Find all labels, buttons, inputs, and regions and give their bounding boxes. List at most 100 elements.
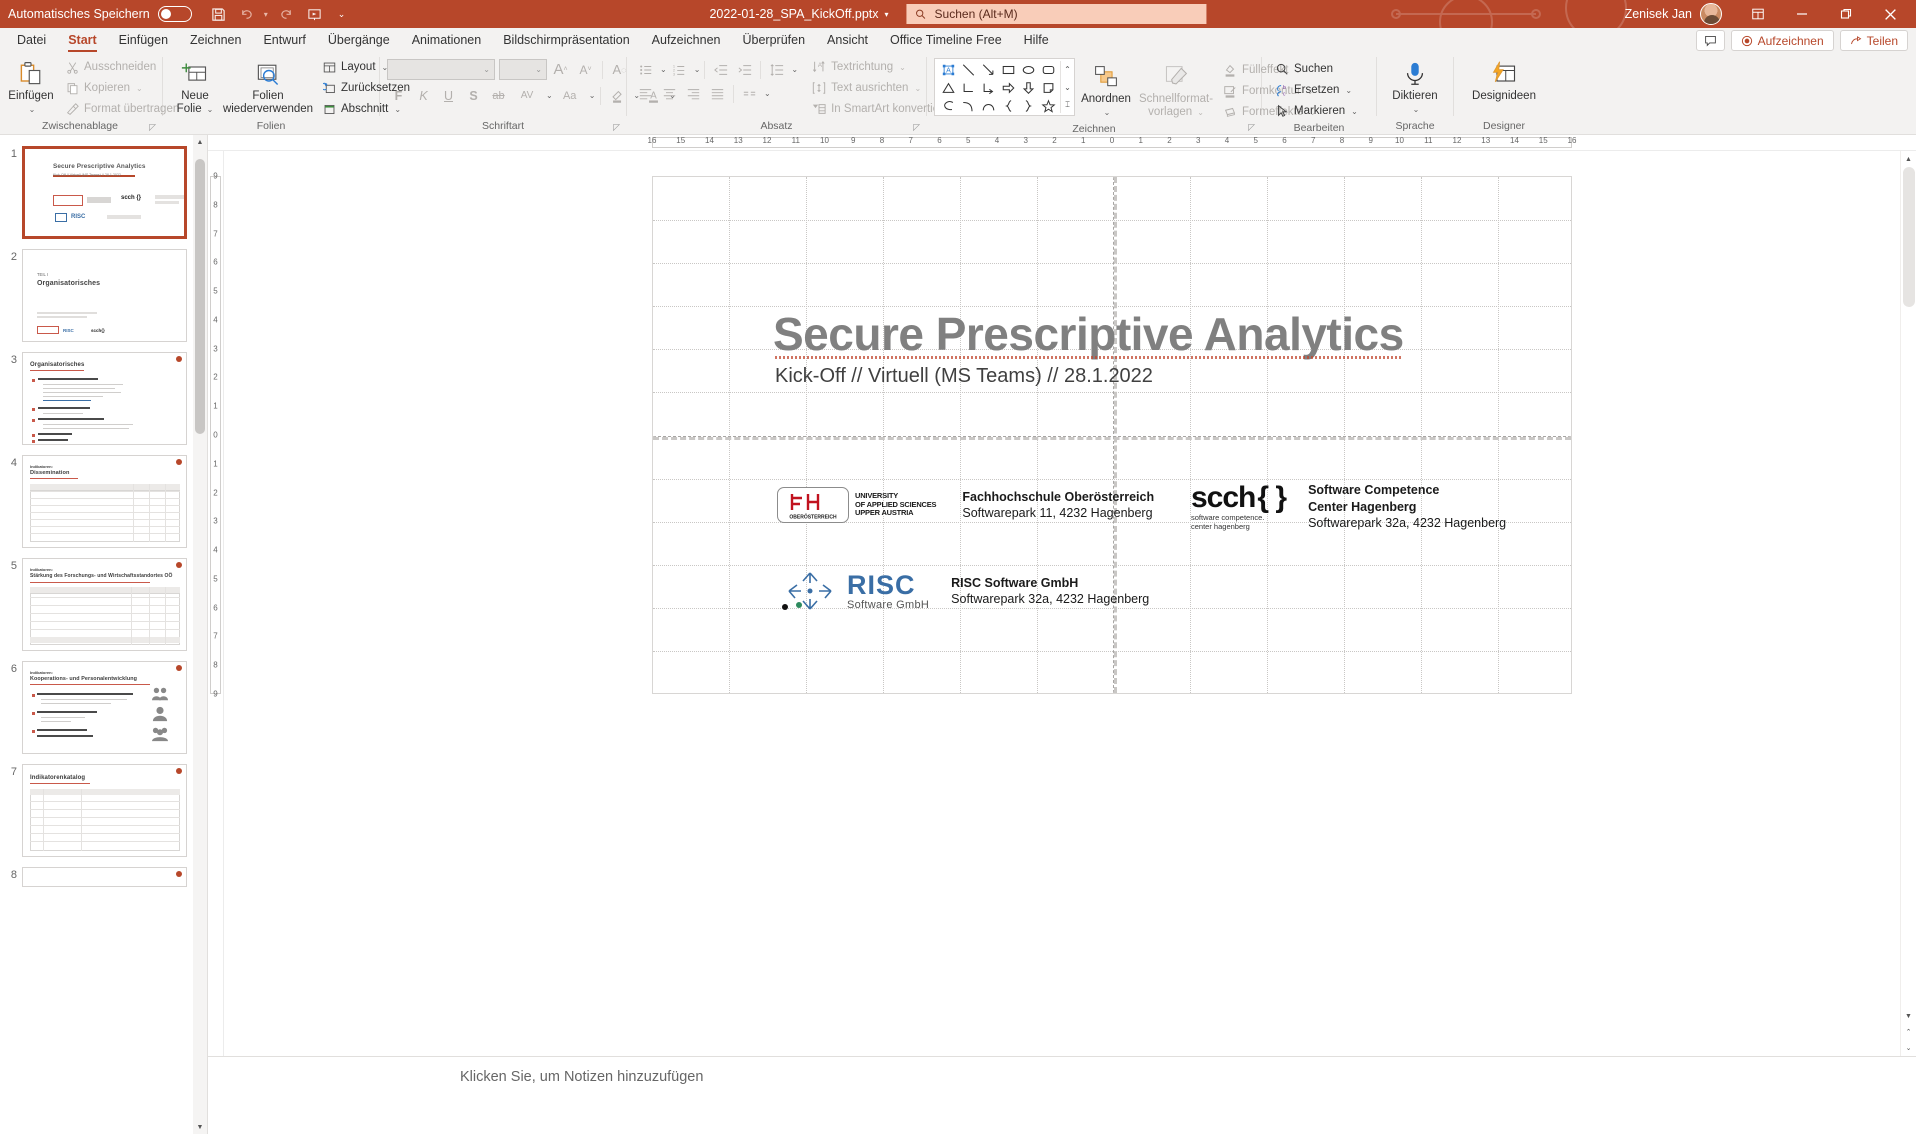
minimize-icon[interactable] — [1780, 0, 1824, 28]
thumbnail-item[interactable]: 1 Secure Prescriptive Analytics Kick-Off… — [0, 141, 207, 244]
star-shape-icon[interactable] — [1038, 97, 1058, 115]
undo-chevron-down-icon[interactable]: ▾ — [264, 10, 268, 19]
tab-bildschirmpraesentation[interactable]: Bildschirmpräsentation — [492, 30, 640, 52]
tab-entwurf[interactable]: Entwurf — [252, 30, 316, 52]
bullet-list-icon[interactable] — [634, 59, 657, 80]
change-case-icon[interactable]: Aa — [555, 85, 585, 106]
tab-ueberpruefen[interactable]: Überprüfen — [731, 30, 816, 52]
schriftart-dialog-launcher[interactable]: ◸ — [613, 122, 620, 133]
zwischenablage-dialog-launcher[interactable]: ◸ — [149, 122, 156, 133]
thumbnail-item[interactable]: 8 — [0, 862, 207, 892]
thumbnail-item[interactable]: 7 Indikatorenkatalog — [0, 759, 207, 862]
avatar[interactable] — [1700, 3, 1722, 25]
shapes-gallery[interactable]: A ⌃ ⌄ ⌶ — [934, 58, 1075, 116]
underline-icon[interactable]: U — [437, 85, 460, 106]
tab-einfuegen[interactable]: Einfügen — [108, 30, 179, 52]
ribbon-display-options-icon[interactable] — [1736, 0, 1780, 28]
dictate-chevron-down-icon[interactable]: ⌄ — [1413, 103, 1420, 116]
new-slide-button[interactable]: Neue Folie ⌄ — [170, 55, 220, 116]
document-title[interactable]: 2022-01-28_SPA_KickOff.pptx — [709, 7, 878, 21]
line-spacing-chevron-down-icon[interactable]: ⌄ — [791, 65, 798, 74]
find-button[interactable]: Suchen — [1269, 59, 1363, 79]
partner-risc[interactable]: RISC Software GmbH RISC Software GmbH So… — [777, 567, 1149, 615]
new-slide-chevron-down-icon[interactable]: ⌄ — [207, 103, 214, 116]
undo-icon[interactable] — [234, 3, 260, 25]
thumbnail-slide-6[interactable]: Indikatoren: Kooperations- und Personale… — [22, 661, 187, 754]
triangle-shape-icon[interactable] — [938, 79, 958, 97]
tab-aufzeichnen[interactable]: Aufzeichnen — [641, 30, 732, 52]
shadow-icon[interactable]: S — [462, 85, 485, 106]
thumbnail-slide-3[interactable]: Organisatorisches — [22, 352, 187, 445]
thumbnail-slide-4[interactable]: Indikatoren: Dissemination — [22, 455, 187, 548]
thumbnail-slide-2[interactable]: TEIL I Organisatorisches RISC scch{} — [22, 249, 187, 342]
redo-icon[interactable] — [274, 3, 300, 25]
left-brace-shape-icon[interactable] — [998, 97, 1018, 115]
vertical-ruler[interactable]: 9 8 7 6 5 4 3 2 1 0 1 2 3 4 5 6 7 8 9 — [208, 151, 224, 1056]
curve-shape-icon[interactable] — [958, 97, 978, 115]
scroll-handle[interactable] — [1902, 167, 1915, 307]
select-button[interactable]: Markieren ⌄ — [1269, 101, 1363, 121]
columns-chevron-down-icon[interactable]: ⌄ — [764, 89, 771, 98]
share-button[interactable]: Teilen — [1839, 30, 1908, 51]
font-name-combo[interactable]: ⌄ — [387, 59, 495, 80]
align-text-chevron-down-icon[interactable]: ⌄ — [914, 84, 921, 93]
thumbnail-scrollbar[interactable]: ▲ ▼ — [193, 135, 207, 1134]
arrange-chevron-down-icon[interactable]: ⌄ — [1104, 106, 1111, 119]
thumbnail-item[interactable]: 6 Indikatoren: Kooperations- und Persona… — [0, 656, 207, 759]
down-arrow-shape-icon[interactable] — [1018, 79, 1038, 97]
thumbnail-item[interactable]: 4 Indikatoren: Dissemination — [0, 450, 207, 553]
rounded-rectangle-shape-icon[interactable] — [1038, 61, 1058, 79]
search-box[interactable]: Suchen (Alt+M) — [906, 4, 1207, 24]
folded-corner-shape-icon[interactable] — [1038, 79, 1058, 97]
clear-formatting-icon[interactable]: A ◌ — [608, 59, 631, 80]
arrange-button[interactable]: Anordnen ⌄ — [1077, 58, 1135, 119]
vertical-scrollbar[interactable]: ▲ ▼ ⌃ ⌄ — [1900, 151, 1916, 1056]
numbered-list-icon[interactable]: 123 — [668, 59, 691, 80]
strikethrough-icon[interactable]: ab — [487, 85, 510, 106]
scroll-track[interactable] — [1901, 167, 1916, 1008]
change-case-chevron-down-icon[interactable]: ⌄ — [589, 91, 596, 100]
horizontal-ruler[interactable]: 16 15 14 13 12 11 10 9 8 7 6 5 4 3 2 1 0 1 2 3 4 5 6 7 8 9 10 11 12 1… — [208, 135, 1916, 151]
block-arrow-shape-icon[interactable] — [998, 79, 1018, 97]
notes-pane[interactable]: Klicken Sie, um Notizen hinzuzufügen — [208, 1056, 1916, 1134]
right-brace-shape-icon[interactable] — [1018, 97, 1038, 115]
thumbnail-item[interactable]: 3 Organisatorisches — [0, 347, 207, 450]
zeichnen-dialog-launcher[interactable]: ◸ — [1248, 122, 1255, 133]
elbow-arrow-connector-shape-icon[interactable] — [978, 79, 998, 97]
character-spacing-chevron-down-icon[interactable]: ⌄ — [546, 91, 553, 100]
justify-icon[interactable] — [706, 83, 729, 104]
partner-fh-ooe[interactable]: OBERÖSTERREICH UNIVERSITY OF APPLIED SCI… — [777, 487, 1154, 523]
quick-styles-button[interactable]: Schnellformat- vorlagen ⌄ — [1137, 58, 1215, 119]
thumbnail-item[interactable]: 5 Indikatoren: Stärkung des Forschungs- … — [0, 553, 207, 656]
line-shape-icon[interactable] — [958, 61, 978, 79]
italic-icon[interactable]: K — [412, 85, 435, 106]
thumbnail-slide-7[interactable]: Indikatorenkatalog — [22, 764, 187, 857]
partner-scch[interactable]: scch { } software competence. center hag… — [1191, 482, 1506, 532]
rectangle-shape-icon[interactable] — [998, 61, 1018, 79]
tab-datei[interactable]: Datei — [6, 30, 57, 52]
slide-subtitle[interactable]: Kick-Off // Virtuell (MS Teams) // 28.1.… — [775, 365, 1153, 388]
tab-start[interactable]: Start — [57, 30, 107, 52]
comments-button[interactable] — [1695, 30, 1725, 51]
dictate-button[interactable]: Diktieren ⌄ — [1384, 55, 1446, 116]
record-button[interactable]: Aufzeichnen — [1730, 30, 1834, 51]
start-presentation-icon[interactable] — [302, 3, 328, 25]
select-chevron-down-icon[interactable]: ⌄ — [1351, 107, 1358, 116]
slide-title[interactable]: Secure Prescriptive Analytics — [773, 307, 1404, 361]
shapes-gallery-scrollbar[interactable]: ⌃ ⌄ ⌶ — [1060, 61, 1074, 113]
textbox-shape-icon[interactable]: A — [938, 61, 958, 79]
copy-chevron-down-icon[interactable]: ⌄ — [136, 84, 143, 93]
tab-office-timeline-free[interactable]: Office Timeline Free — [879, 30, 1013, 52]
customize-quick-access-icon[interactable]: ⌄ — [338, 9, 346, 20]
replace-chevron-down-icon[interactable]: ⌄ — [1345, 86, 1352, 95]
columns-icon[interactable] — [738, 83, 761, 104]
tab-animationen[interactable]: Animationen — [401, 30, 493, 52]
thumbnail-slide-5[interactable]: Indikatoren: Stärkung des Forschungs- un… — [22, 558, 187, 651]
arrow-shape-icon[interactable] — [978, 61, 998, 79]
tab-ansicht[interactable]: Ansicht — [816, 30, 879, 52]
increase-indent-icon[interactable] — [733, 59, 756, 80]
autosave-toggle[interactable] — [157, 6, 192, 22]
previous-slide-icon[interactable]: ⌃ — [1901, 1024, 1916, 1040]
slide-canvas[interactable]: Secure Prescriptive Analytics Kick-Off /… — [652, 176, 1572, 694]
design-ideas-button[interactable]: Designideen — [1464, 55, 1544, 103]
